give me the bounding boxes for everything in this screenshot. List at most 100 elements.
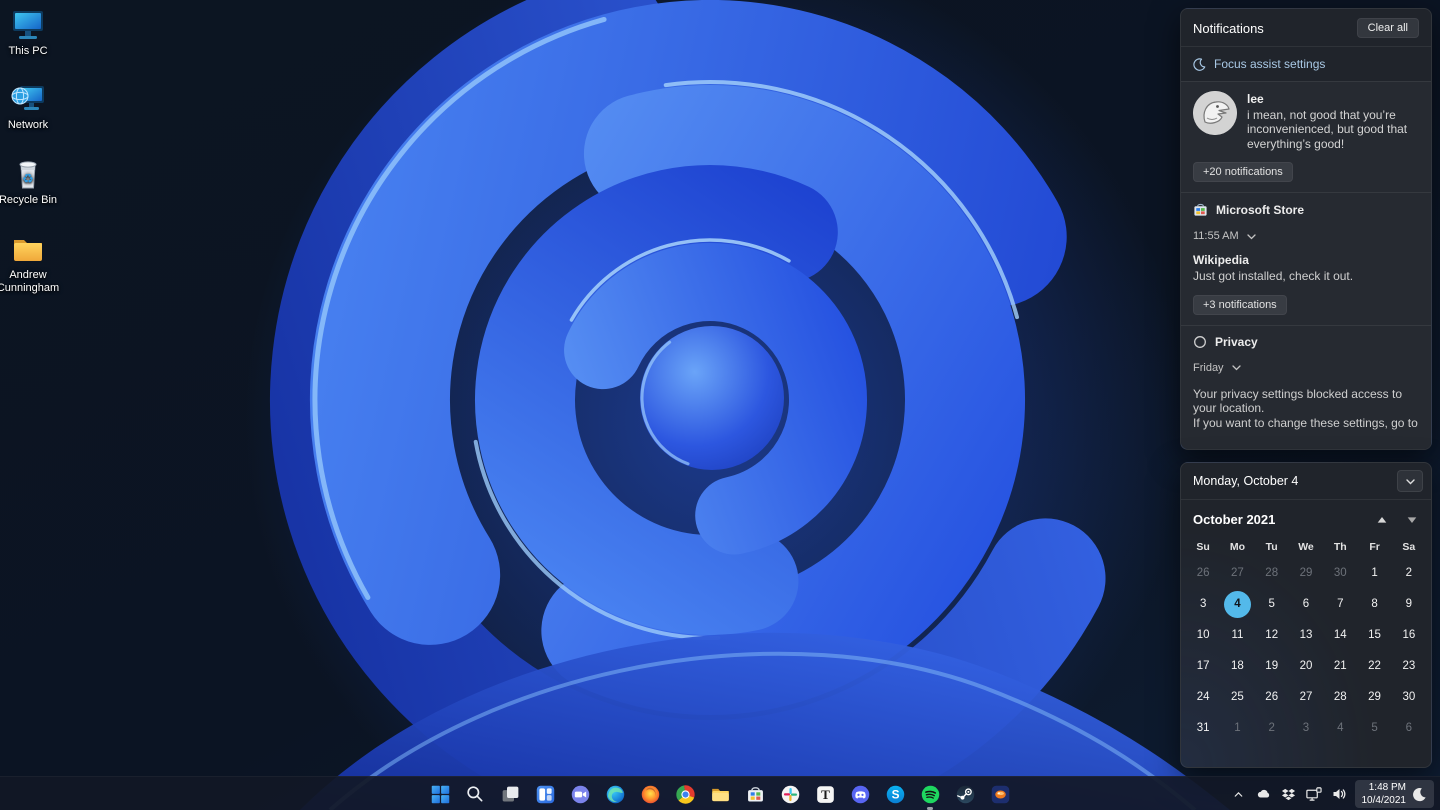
calendar-day[interactable]: 15 bbox=[1361, 622, 1388, 649]
file-explorer-button[interactable] bbox=[707, 781, 733, 807]
volume-tray-icon[interactable] bbox=[1330, 785, 1348, 803]
calendar-weekday-header: Su Mo Tu We Th Fr Sa bbox=[1181, 529, 1431, 553]
calendar-day[interactable]: 18 bbox=[1224, 653, 1251, 680]
calendar-next-month-button[interactable] bbox=[1407, 516, 1417, 524]
slack-button[interactable] bbox=[777, 781, 803, 807]
calendar-day[interactable]: 21 bbox=[1327, 653, 1354, 680]
calendar-day[interactable]: 6 bbox=[1395, 715, 1422, 742]
microsoft-store-button[interactable] bbox=[742, 781, 768, 807]
firefox-button[interactable] bbox=[637, 781, 663, 807]
calendar-day[interactable]: 25 bbox=[1224, 684, 1251, 711]
onedrive-tray-icon[interactable] bbox=[1255, 785, 1273, 803]
calendar-collapse-button[interactable] bbox=[1397, 470, 1423, 492]
notification-group-lee[interactable]: lee i mean, not good that you’re inconve… bbox=[1181, 81, 1431, 193]
calendar-day[interactable]: 28 bbox=[1258, 560, 1285, 587]
calendar-day[interactable]: 13 bbox=[1292, 622, 1319, 649]
calendar-day[interactable]: 23 bbox=[1395, 653, 1422, 680]
task-view-button[interactable] bbox=[497, 781, 523, 807]
network-tray-icon[interactable] bbox=[1305, 785, 1323, 803]
calendar-day[interactable]: 27 bbox=[1224, 560, 1251, 587]
t-app-icon: T bbox=[816, 785, 834, 803]
calendar-day[interactable]: 19 bbox=[1258, 653, 1285, 680]
notification-group-store[interactable]: Microsoft Store 11:55 AM Wikipedia Just … bbox=[1181, 192, 1431, 325]
calendar-day[interactable]: 22 bbox=[1361, 653, 1388, 680]
notification-app-name: Microsoft Store bbox=[1216, 202, 1305, 217]
calendar-day[interactable]: 31 bbox=[1190, 715, 1217, 742]
calendar-day[interactable]: 5 bbox=[1258, 591, 1285, 618]
calendar-month-row: October 2021 bbox=[1181, 500, 1431, 529]
calendar-day[interactable]: 8 bbox=[1361, 591, 1388, 618]
desktop-icon-this-pc[interactable]: This PC bbox=[0, 8, 70, 58]
desktop-icon-andrew-cunningham[interactable]: Andrew Cunningham bbox=[0, 232, 70, 295]
calendar-day[interactable]: 17 bbox=[1190, 653, 1217, 680]
more-notifications-button[interactable]: +3 notifications bbox=[1193, 294, 1287, 315]
calendar-day[interactable]: 10 bbox=[1190, 622, 1217, 649]
orange-disc-app-icon bbox=[991, 785, 1009, 803]
hidden-icons-chevron[interactable] bbox=[1230, 785, 1248, 803]
calendar-day[interactable]: 3 bbox=[1292, 715, 1319, 742]
calendar-day[interactable]: 30 bbox=[1327, 560, 1354, 587]
notification-message: i mean, not good that you’re inconvenien… bbox=[1247, 108, 1408, 151]
focus-assist-moon-icon bbox=[1193, 57, 1206, 71]
chrome-button[interactable] bbox=[672, 781, 698, 807]
widgets-button[interactable] bbox=[532, 781, 558, 807]
chat-button[interactable] bbox=[567, 781, 593, 807]
recycle-bin-icon: ♻ bbox=[19, 161, 37, 189]
calendar-day[interactable]: 29 bbox=[1361, 684, 1388, 711]
calendar-day[interactable]: 30 bbox=[1395, 684, 1422, 711]
calendar-prev-month-button[interactable] bbox=[1377, 516, 1387, 524]
svg-text:T: T bbox=[821, 786, 830, 801]
start-button[interactable] bbox=[427, 781, 453, 807]
notification-time-toggle[interactable]: 11:55 AM bbox=[1193, 230, 1419, 242]
clear-all-button[interactable]: Clear all bbox=[1356, 18, 1419, 38]
calendar-day[interactable]: 1 bbox=[1224, 715, 1251, 742]
calendar-flyout: Monday, October 4 October 2021 Su Mo Tu … bbox=[1180, 462, 1432, 768]
skype-icon: S bbox=[886, 785, 904, 803]
edge-button[interactable] bbox=[602, 781, 628, 807]
notification-group-privacy[interactable]: Privacy Friday Your privacy settings blo… bbox=[1181, 324, 1431, 449]
calendar-day[interactable]: 20 bbox=[1292, 653, 1319, 680]
calendar-day[interactable]: 16 bbox=[1395, 622, 1422, 649]
calendar-day[interactable]: 26 bbox=[1258, 684, 1285, 711]
calendar-day[interactable]: 11 bbox=[1224, 622, 1251, 649]
search-button[interactable] bbox=[462, 781, 488, 807]
calendar-day[interactable]: 2 bbox=[1395, 560, 1422, 587]
calendar-day[interactable]: 2 bbox=[1258, 715, 1285, 742]
tray-date: 10/4/2021 bbox=[1361, 795, 1407, 806]
calendar-day[interactable]: 12 bbox=[1258, 622, 1285, 649]
calendar-day[interactable]: 29 bbox=[1292, 560, 1319, 587]
calendar-day[interactable]: 28 bbox=[1327, 684, 1354, 711]
privacy-ring-icon bbox=[1194, 335, 1206, 348]
clock-notification-button[interactable]: 1:48 PM 10/4/2021 bbox=[1354, 780, 1434, 808]
calendar-day[interactable]: 14 bbox=[1327, 622, 1354, 649]
discord-icon bbox=[851, 785, 869, 803]
notification-time-toggle[interactable]: Friday bbox=[1193, 362, 1419, 374]
calendar-day[interactable]: 4 bbox=[1327, 715, 1354, 742]
microsoft-store-icon bbox=[1194, 204, 1207, 216]
t-app-button[interactable]: T bbox=[812, 781, 838, 807]
calendar-day[interactable]: 27 bbox=[1292, 684, 1319, 711]
calendar-day[interactable]: 24 bbox=[1190, 684, 1217, 711]
dropbox-tray-icon[interactable] bbox=[1280, 785, 1298, 803]
calendar-day[interactable]: 1 bbox=[1361, 560, 1388, 587]
dropbox-icon bbox=[1281, 788, 1296, 800]
notifications-title: Notifications bbox=[1193, 20, 1264, 36]
calendar-day[interactable]: 9 bbox=[1395, 591, 1422, 618]
calendar-day[interactable]: 5 bbox=[1361, 715, 1388, 742]
skype-button[interactable]: S bbox=[882, 781, 908, 807]
calendar-day[interactable]: 6 bbox=[1292, 591, 1319, 618]
discord-button[interactable] bbox=[847, 781, 873, 807]
desktop-icon-recycle-bin[interactable]: ♻ Recycle Bin bbox=[0, 157, 70, 207]
more-notifications-button[interactable]: +20 notifications bbox=[1193, 162, 1293, 183]
orange-disc-app-button[interactable] bbox=[987, 781, 1013, 807]
steam-button[interactable] bbox=[952, 781, 978, 807]
calendar-day[interactable]: 3 bbox=[1190, 591, 1217, 618]
calendar-day[interactable]: 7 bbox=[1327, 591, 1354, 618]
calendar-day-selected[interactable]: 4 bbox=[1223, 591, 1251, 618]
spotify-button[interactable] bbox=[917, 781, 943, 810]
focus-assist-settings-link[interactable]: Focus assist settings bbox=[1181, 46, 1431, 81]
calendar-day[interactable]: 26 bbox=[1190, 560, 1217, 587]
windows-desktop: This PC Network ♻ Recycle Bin Andrew Cun… bbox=[0, 0, 1440, 810]
svg-text:♻: ♻ bbox=[22, 171, 34, 186]
desktop-icon-network[interactable]: Network bbox=[0, 82, 70, 132]
